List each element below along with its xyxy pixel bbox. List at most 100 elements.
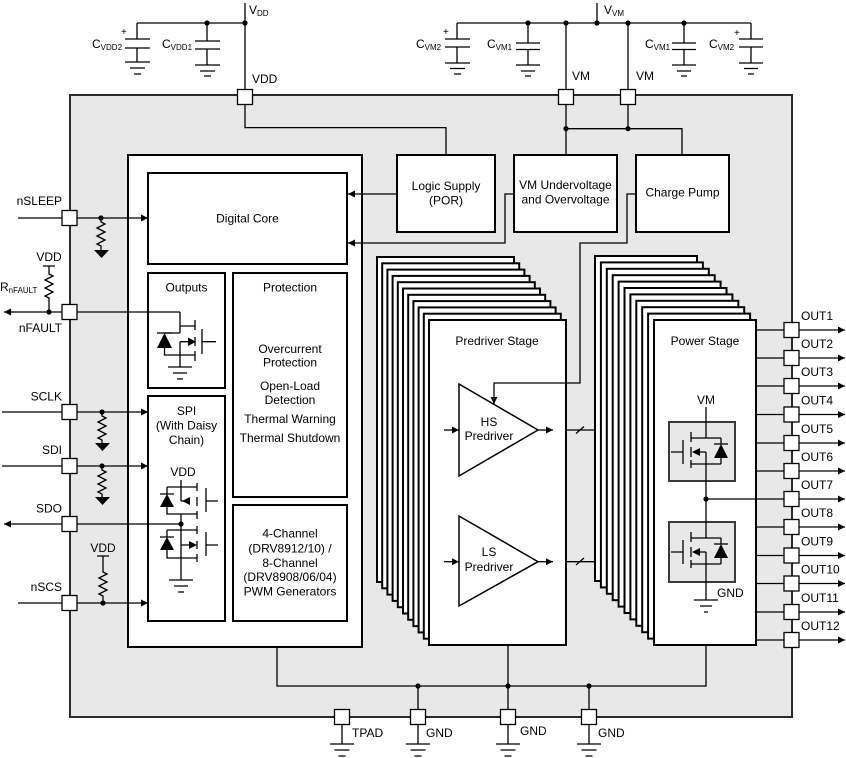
protection-line: Detection	[265, 393, 316, 407]
junction-dot	[681, 20, 687, 26]
nscs-pullup-supply-label: VDD	[90, 541, 116, 555]
pin-out9[interactable]	[783, 547, 800, 564]
pin-label-out11: OUT11	[801, 591, 839, 605]
ls-predriver-line: LS	[482, 545, 497, 559]
label-symbol: C	[162, 37, 171, 51]
pin-sclk[interactable]	[61, 403, 78, 421]
protection-line: Thermal Warning	[244, 412, 336, 426]
capacitor-symbol	[672, 42, 696, 65]
capacitor-symbol	[125, 38, 150, 62]
protection-line: Overcurrent	[258, 342, 322, 356]
pwm-line: (DRV8912/10) /	[248, 542, 332, 556]
capacitor-cvm2-right: + CVM2	[709, 28, 763, 75]
pin-tpad[interactable]	[333, 708, 351, 726]
vdd-net-label: VDD	[249, 3, 269, 18]
capacitor-label: CVM1	[487, 37, 513, 52]
pin-out2[interactable]	[783, 349, 800, 367]
ground-icon	[125, 61, 150, 75]
capacitor-symbol	[195, 40, 220, 65]
pin-out7[interactable]	[783, 490, 800, 508]
pin-label-out10: OUT10	[801, 563, 840, 577]
pin-label-nsleep: nSLEEP	[17, 194, 62, 208]
pin-label-out3: OUT3	[801, 365, 833, 379]
pin-label-nfault: nFAULT	[19, 321, 63, 335]
pin-sdo[interactable]	[61, 515, 78, 533]
logic-supply-block: Logic Supply (POR)	[396, 154, 496, 233]
pin-label-out9: OUT9	[801, 535, 833, 549]
label-symbol: C	[92, 37, 101, 51]
pin-out4[interactable]	[783, 406, 800, 423]
ground-icon	[672, 64, 696, 77]
logic-supply-line: Logic Supply	[412, 179, 481, 193]
capacitor-symbol	[445, 38, 470, 63]
capacitor-label: CVDD1	[162, 37, 193, 52]
capacitor-cvdd2: + CVDD2	[92, 27, 150, 75]
capacitor-symbol	[739, 38, 763, 63]
hs-predriver-line: HS	[481, 415, 498, 429]
pin-sdi[interactable]	[61, 457, 78, 475]
pin-out5[interactable]	[783, 434, 800, 452]
pin-label-out7: OUT7	[801, 478, 833, 492]
pin-gnd-1[interactable]	[409, 708, 427, 726]
pin-out8[interactable]	[783, 518, 800, 536]
pin-nsleep[interactable]	[61, 209, 78, 227]
junction-dot	[586, 683, 592, 689]
vdd-supply-network: + CVDD2 CVDD1 VDD	[92, 3, 269, 90]
pin-out6[interactable]	[783, 462, 800, 480]
ground-icon	[195, 64, 220, 77]
pin-gnd-2[interactable]	[499, 708, 517, 726]
pin-nscs[interactable]	[61, 594, 78, 612]
vm-monitor-line: and Overvoltage	[521, 193, 609, 207]
pin-out10[interactable]	[783, 575, 800, 592]
pin-vdd[interactable]	[236, 88, 254, 106]
driver-block-diagram: + CVDD2 CVDD1 VDD + CVM2 CVM1 CVM1 + CVM…	[0, 3, 845, 757]
capacitor-label: CVDD2	[92, 37, 123, 52]
capacitor-label: CVM2	[416, 37, 442, 52]
pwm-generator-block: 4-Channel (DRV8912/10) / 8-Channel (DRV8…	[232, 504, 348, 622]
hs-predriver-line: Predriver	[465, 429, 514, 443]
label-subscript: VM1	[654, 43, 671, 52]
power-stage-title: Power Stage	[671, 334, 740, 348]
pin-out3[interactable]	[783, 377, 800, 395]
pin-vm-2[interactable]	[619, 88, 637, 106]
capacitor-label: CVM1	[645, 37, 671, 52]
pin-out12[interactable]	[783, 631, 800, 649]
pin-gnd-3[interactable]	[580, 708, 598, 726]
junction-dot	[415, 683, 421, 689]
polarity-mark: +	[121, 27, 127, 38]
power-stage-ground-label: GND	[717, 586, 744, 600]
pin-label-out6: OUT6	[801, 450, 833, 464]
nfault-pullup-supply-label: VDD	[36, 250, 62, 264]
pwm-line: 8-Channel	[262, 556, 317, 570]
pin-out1[interactable]	[783, 321, 800, 339]
pin-label-vm-2: VM	[636, 69, 654, 83]
pin-label-vdd: VDD	[252, 72, 278, 86]
ground-icon	[496, 724, 520, 757]
label-subscript: nFAULT	[9, 286, 38, 295]
pin-vm-1[interactable]	[557, 88, 575, 106]
label-subscript: VM1	[496, 43, 513, 52]
vm-monitor-line: VM Undervoltage	[519, 178, 612, 192]
pwm-line: PWM Generators	[244, 585, 337, 599]
charge-pump-block: Charge Pump	[635, 154, 730, 233]
digital-core-block: Digital Core	[147, 172, 348, 265]
capacitor-cvdd1: CVDD1	[162, 37, 220, 77]
spi-line: Chain)	[169, 433, 204, 447]
pin-label-sdi: SDI	[42, 443, 62, 457]
pin-nfault[interactable]	[61, 303, 78, 321]
polarity-mark: +	[443, 27, 449, 38]
pin-label-out8: OUT8	[801, 506, 833, 520]
pin-out11[interactable]	[783, 603, 800, 621]
label-symbol: C	[487, 37, 496, 51]
junction-dot	[525, 20, 531, 26]
label-subscript: VDD2	[101, 43, 123, 52]
pin-label-sclk: SCLK	[31, 390, 62, 404]
pin-label-out1: OUT1	[801, 309, 833, 323]
junction-dot	[563, 20, 569, 26]
label-symbol: C	[416, 37, 425, 51]
power-stage-supply-label: VM	[697, 393, 715, 407]
capacitor-cvm2-left: + CVM2	[416, 27, 470, 75]
protection-line: Thermal Shutdown	[240, 431, 341, 445]
label-subscript: VM2	[425, 43, 442, 52]
predriver-stage-box	[428, 319, 567, 646]
